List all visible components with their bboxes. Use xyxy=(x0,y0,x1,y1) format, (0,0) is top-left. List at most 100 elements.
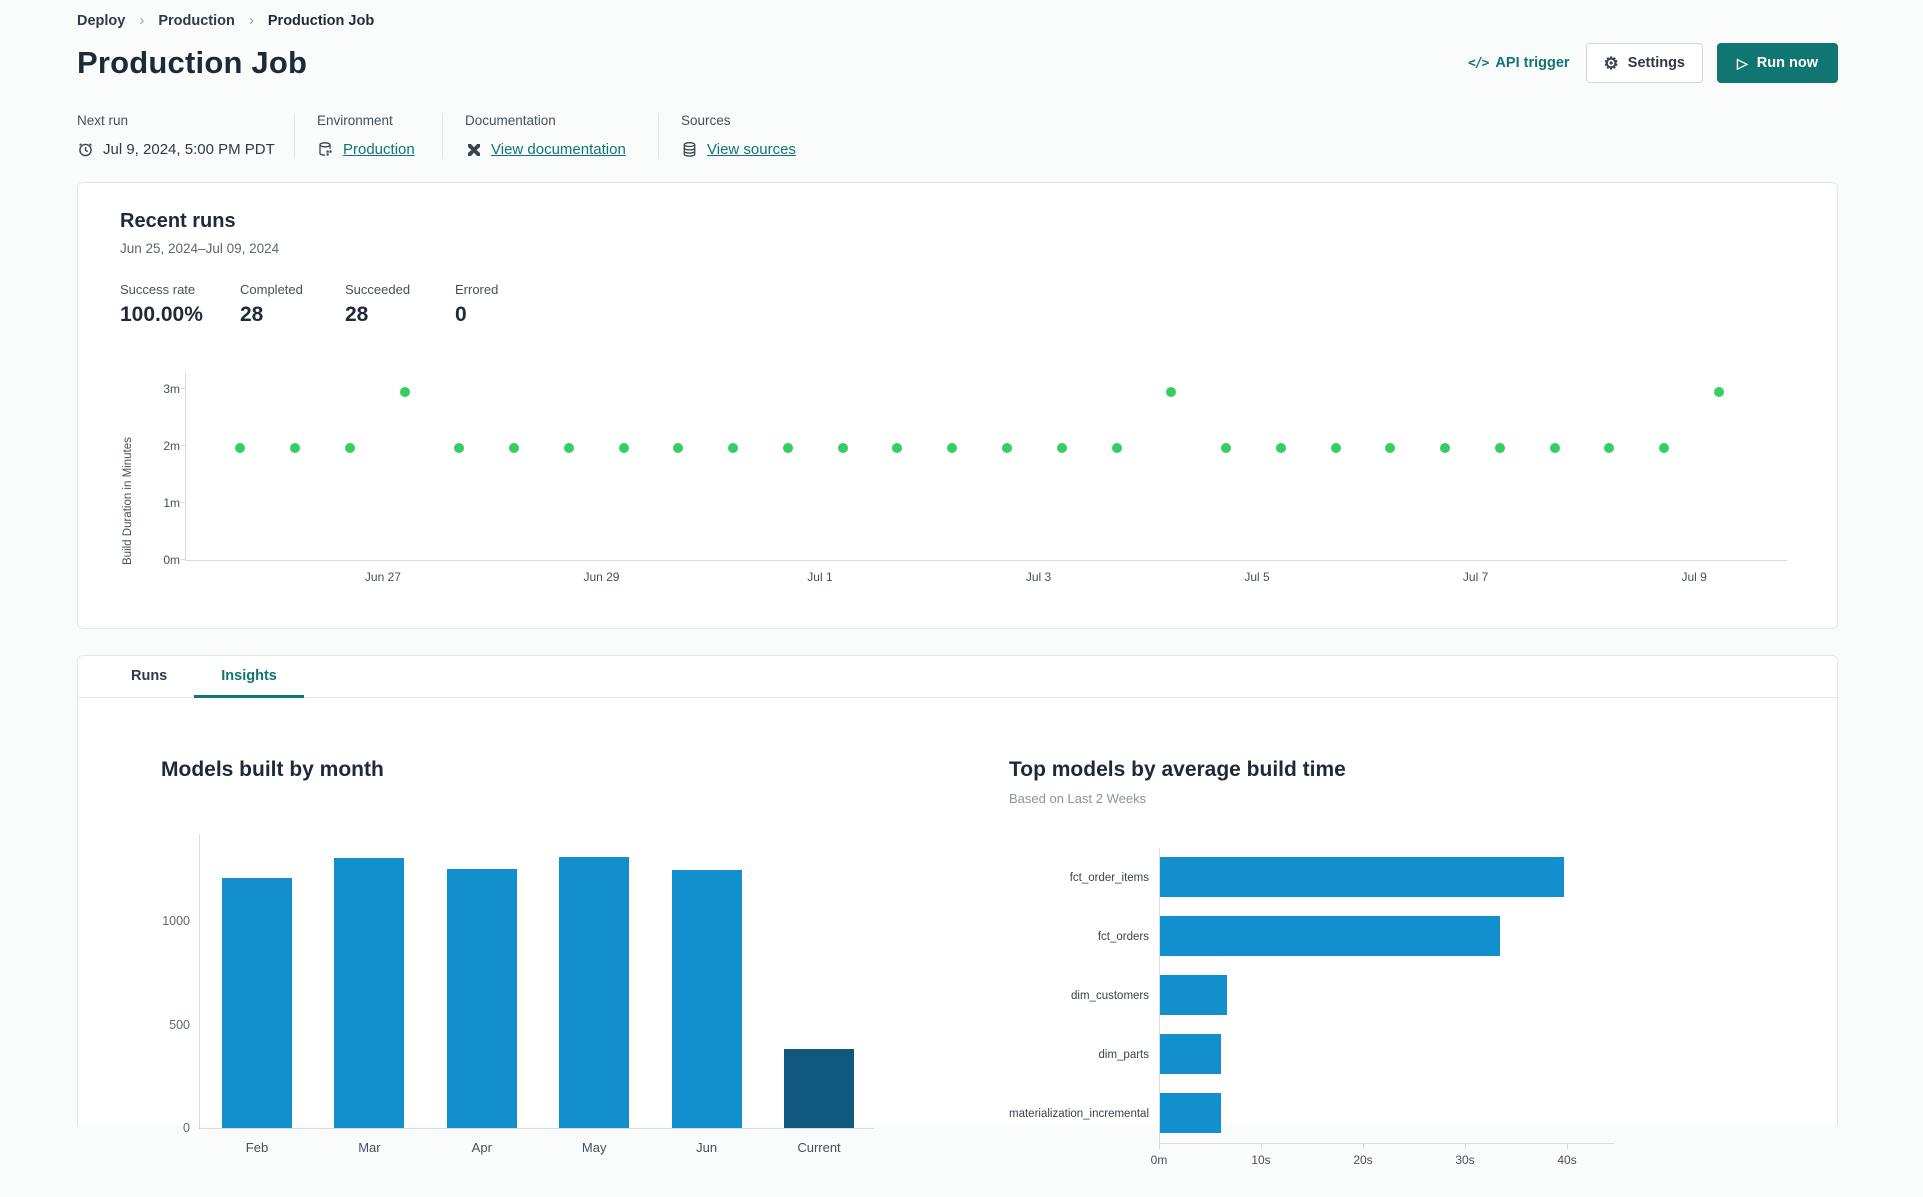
chevron-right-icon: › xyxy=(139,12,145,29)
top-models-subtitle: Based on Last 2 Weeks xyxy=(1009,791,1147,806)
recent-runs-card: Recent runs Jun 25, 2024–Jul 09, 2024 Su… xyxy=(77,182,1838,629)
sources-label: Sources xyxy=(681,113,731,128)
run-duration-point[interactable] xyxy=(1221,442,1231,453)
run-duration-point[interactable] xyxy=(1330,442,1341,453)
x-axis-tick-label: Jul 7 xyxy=(1462,570,1489,584)
model-build-time-bar[interactable] xyxy=(1160,1034,1222,1074)
run-duration-point[interactable] xyxy=(454,442,465,453)
y-axis-tick-label: 1000 xyxy=(162,913,190,928)
x-axis-tick-mark xyxy=(1261,1144,1262,1149)
view-sources-link[interactable]: View sources xyxy=(707,141,796,158)
model-name-label: materialization_incremental xyxy=(1009,1107,1149,1120)
run-duration-point[interactable] xyxy=(1001,442,1012,453)
build-duration-plot-area: 0m 1m 2m 3m Jun 27 Jun 29 Jul 1 Jul 3 Jul 5 Jul 7… xyxy=(163,373,1787,584)
stat-success-rate: Success rate 100.00% xyxy=(120,282,240,327)
view-documentation-link[interactable]: View documentation xyxy=(491,141,626,158)
month-bar[interactable] xyxy=(671,869,742,1128)
next-run-label: Next run xyxy=(77,113,129,128)
environment-link[interactable]: Production xyxy=(343,141,415,158)
month-bar[interactable] xyxy=(784,1049,854,1128)
code-icon: </> xyxy=(1467,55,1490,71)
api-trigger-label: API trigger xyxy=(1495,55,1570,71)
time-axis: 0m 10s 20s 30s 40s xyxy=(1151,1143,1614,1173)
api-trigger-link[interactable]: </> API trigger xyxy=(1468,55,1570,71)
model-build-time-bar[interactable] xyxy=(1160,975,1228,1015)
page-title: Production Job xyxy=(77,45,308,80)
month-bar[interactable] xyxy=(222,877,292,1128)
x-axis-tick-label: 20s xyxy=(1353,1153,1373,1167)
recent-runs-stats: Success rate 100.00% Completed 28 Succee… xyxy=(120,282,1795,327)
x-axis-tick-mark xyxy=(1363,1144,1364,1149)
run-duration-point[interactable] xyxy=(1440,442,1451,453)
breadcrumb-item-current: Production Job xyxy=(267,12,375,29)
models-by-month-title: Models built by month xyxy=(161,758,384,781)
run-duration-point[interactable] xyxy=(618,442,629,453)
run-duration-point[interactable] xyxy=(399,386,410,397)
run-duration-point[interactable] xyxy=(1275,442,1286,453)
insights-panel: Models built by month 0 500 1000 Feb Mar Apr M… xyxy=(78,698,1837,1173)
run-duration-point[interactable] xyxy=(1494,442,1505,453)
model-name-label: fct_orders xyxy=(1097,930,1149,943)
stat-label: Succeeded xyxy=(345,282,411,297)
model-name-label: dim_customers xyxy=(1071,989,1149,1002)
month-bar[interactable] xyxy=(559,856,630,1128)
run-duration-point[interactable] xyxy=(892,442,903,453)
model-bar-cell xyxy=(1159,848,1614,907)
y-axis-tick-label: 3m xyxy=(163,382,180,396)
run-duration-point[interactable] xyxy=(509,442,520,453)
breadcrumb-item-production[interactable]: Production xyxy=(158,13,235,29)
run-duration-point[interactable] xyxy=(947,442,958,453)
run-duration-point[interactable] xyxy=(728,442,739,453)
run-duration-point[interactable] xyxy=(563,442,574,453)
tab-runs[interactable]: Runs xyxy=(104,656,194,698)
run-duration-point[interactable] xyxy=(782,442,793,453)
breadcrumb: Deploy › Production › Production Job xyxy=(77,12,1838,29)
stat-value: 28 xyxy=(345,303,369,326)
x-axis-category-label: Current xyxy=(797,1140,841,1155)
run-duration-point[interactable] xyxy=(1604,442,1615,453)
meta-environment: Environment Production xyxy=(294,113,442,158)
run-now-button[interactable]: ▷ Run now xyxy=(1717,43,1838,83)
model-row: dim_customers xyxy=(1009,966,1837,1025)
y-axis-tick-mark xyxy=(181,502,186,503)
model-row: fct_order_items xyxy=(1009,848,1837,907)
stat-value: 28 xyxy=(240,303,264,326)
run-duration-point[interactable] xyxy=(1056,442,1067,453)
month-bar[interactable] xyxy=(334,857,405,1128)
run-duration-point[interactable] xyxy=(344,442,355,453)
next-run-value: Jul 9, 2024, 5:00 PM PDT xyxy=(103,141,275,158)
run-duration-point[interactable] xyxy=(1659,442,1670,453)
x-axis-category-label: May xyxy=(581,1140,607,1155)
top-models-plot-area: fct_order_items fct_orders dim_customersdi… xyxy=(1009,848,1837,1173)
model-build-time-bar[interactable] xyxy=(1160,857,1564,897)
model-build-time-bar[interactable] xyxy=(1160,916,1500,956)
x-axis-tick-mark xyxy=(1159,1144,1160,1149)
y-axis-tick-mark xyxy=(181,559,186,560)
run-duration-point[interactable] xyxy=(1111,442,1122,453)
model-row: dim_parts xyxy=(1009,1025,1837,1084)
model-build-time-bar[interactable] xyxy=(1160,1093,1222,1133)
build-duration-axis-label: Build Duration in Minutes xyxy=(122,437,134,565)
x-axis-category-label: Mar xyxy=(358,1140,381,1155)
run-duration-point[interactable] xyxy=(673,442,684,453)
model-row: fct_orders xyxy=(1009,907,1837,966)
run-duration-point[interactable] xyxy=(837,442,848,453)
job-tabs: Runs Insights xyxy=(78,656,1837,698)
model-row: materialization_incremental xyxy=(1009,1084,1837,1143)
run-duration-point[interactable] xyxy=(1713,386,1724,397)
month-bar[interactable] xyxy=(446,868,517,1128)
run-duration-point[interactable] xyxy=(1549,442,1560,453)
run-now-label: Run now xyxy=(1756,55,1818,71)
run-duration-point[interactable] xyxy=(290,442,301,453)
run-duration-point[interactable] xyxy=(1385,442,1396,453)
run-duration-point[interactable] xyxy=(1166,386,1177,397)
breadcrumb-item-deploy[interactable]: Deploy xyxy=(77,13,125,29)
x-axis-category-label: Feb xyxy=(245,1140,269,1155)
y-axis-tick-mark xyxy=(181,388,186,389)
tab-insights[interactable]: Insights xyxy=(194,656,304,698)
alarm-clock-icon xyxy=(77,141,94,158)
x-axis-tick-label: 0m xyxy=(1150,1153,1168,1167)
run-duration-point[interactable] xyxy=(235,442,246,453)
settings-button[interactable]: ⚙ Settings xyxy=(1585,43,1703,83)
database-stack-icon xyxy=(681,141,698,158)
